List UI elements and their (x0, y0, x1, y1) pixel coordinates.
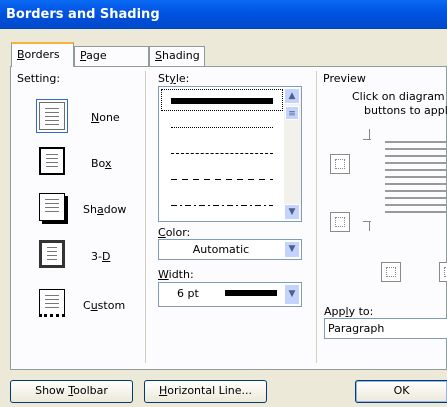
color-label: Color: (158, 226, 191, 239)
tab-page-border[interactable]: Page Border (74, 46, 149, 80)
middle-border-button[interactable] (330, 212, 350, 232)
width-dropdown[interactable]: 6 pt ▼ (158, 282, 302, 307)
tab-borders-label: orders (24, 48, 60, 61)
chevron-down-icon[interactable]: ▼ (284, 241, 300, 258)
style-option-dashed-large[interactable] (171, 179, 273, 180)
tab-borders-mnemonic: B (17, 48, 25, 61)
preview-diagram[interactable] (363, 129, 447, 234)
setting-custom-icon[interactable] (39, 289, 65, 317)
separator-right (316, 71, 317, 363)
setting-none-label[interactable]: None (91, 111, 120, 124)
color-dropdown[interactable]: Automatic ▼ (158, 239, 302, 260)
scroll-up-icon[interactable]: ▲ (284, 88, 300, 104)
show-toolbar-button[interactable]: Show Toolbar (10, 380, 133, 403)
ok-button[interactable]: OK (355, 380, 447, 403)
tab-borders[interactable]: Borders (11, 42, 74, 67)
setting-none-icon[interactable] (36, 99, 68, 133)
setting-custom-label[interactable]: Custom (83, 299, 125, 312)
width-sample-line (225, 290, 277, 296)
setting-3d-label[interactable]: 3-D (91, 250, 110, 263)
preview-hint-line1: Click on diagram bel (352, 90, 447, 103)
bottom-border-button[interactable] (381, 262, 401, 282)
chevron-down-icon[interactable]: ▼ (284, 284, 300, 305)
preview-label: Preview (323, 72, 366, 85)
apply-to-label: Apply to: (324, 305, 374, 318)
horizontal-line-button[interactable]: Horizontal Line... (144, 380, 267, 403)
style-option-thick-solid[interactable] (171, 98, 273, 104)
apply-to-value: Paragraph (328, 322, 385, 335)
separator-left (145, 71, 146, 363)
right-border-button[interactable] (439, 262, 447, 282)
width-value: 6 pt (177, 287, 199, 300)
top-border-button[interactable] (330, 154, 350, 174)
style-label: Style: (158, 72, 190, 85)
width-label: Width: (158, 268, 194, 281)
preview-hint-line2: buttons to apply (364, 104, 447, 117)
scroll-thumb[interactable]: ≡ (285, 106, 299, 120)
style-listbox[interactable]: ▲ ≡ ▼ (158, 86, 302, 222)
apply-to-dropdown[interactable]: Paragraph (324, 318, 447, 339)
setting-shadow-label[interactable]: Shadow (83, 203, 126, 216)
tab-shading[interactable]: Shading (149, 46, 205, 66)
color-value: Automatic (192, 243, 250, 256)
style-option-dashed-small[interactable] (171, 153, 273, 154)
setting-label: Setting: (17, 72, 61, 85)
setting-3d-icon[interactable] (39, 240, 65, 268)
tab-panel: Setting: None Box Shadow 3-D Custom Styl… (10, 66, 447, 370)
style-option-dash-dot[interactable] (171, 205, 273, 206)
setting-box-icon[interactable] (39, 147, 65, 175)
style-scrollbar[interactable]: ▲ ≡ ▼ (284, 88, 301, 220)
tab-shading-mnemonic: S (155, 49, 162, 62)
style-option-dotted[interactable] (171, 127, 273, 128)
scroll-down-icon[interactable]: ▼ (284, 204, 300, 220)
setting-shadow-icon[interactable] (39, 193, 65, 221)
dialog-title: Borders and Shading (0, 0, 447, 29)
tab-shading-label: hading (161, 49, 200, 62)
setting-box-label[interactable]: Box (91, 157, 111, 170)
